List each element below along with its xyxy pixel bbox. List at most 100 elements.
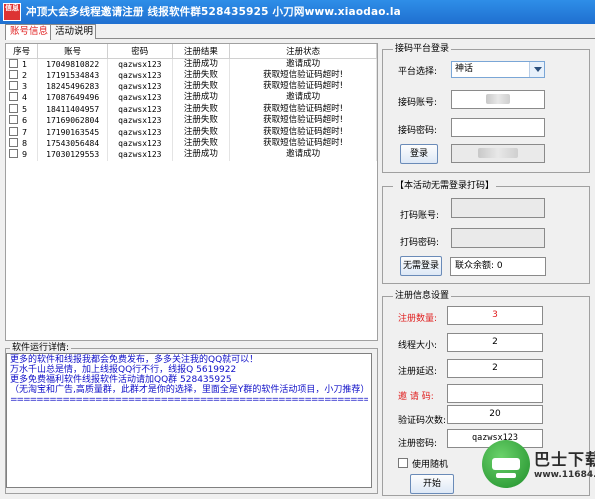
login-status-field xyxy=(451,144,545,163)
register-delay-input[interactable]: 2 xyxy=(447,359,543,378)
row-account: 17169062804 xyxy=(37,115,108,127)
sms-password-input[interactable] xyxy=(451,118,545,137)
row-status: 邀请成功 xyxy=(229,58,377,70)
table-row[interactable]: 5 18411404957 qazwsx123 注册失败 获取短信验证码超时! xyxy=(6,103,377,116)
row-index-cell: 8 xyxy=(6,137,39,150)
table-row[interactable]: 4 17087649496 qazwsx123 注册成功 邀请成功 xyxy=(6,92,377,104)
row-index-cell: 9 xyxy=(6,149,39,161)
row-result: 注册成功 xyxy=(172,92,231,104)
balance-display: 联众余额: 0 xyxy=(450,257,546,276)
row-checkbox[interactable] xyxy=(9,149,18,159)
captcha-title: 【本活动无需登录打码】 xyxy=(393,181,497,191)
invite-code-input[interactable] xyxy=(447,384,543,403)
row-password: qazwsx123 xyxy=(107,126,173,138)
table-row[interactable]: 7 17190163545 qazwsx123 注册失败 获取短信验证码超时! xyxy=(6,126,377,138)
sms-password-label: 接码密码: xyxy=(398,126,438,136)
app-icon: 信息 xyxy=(3,3,21,21)
row-checkbox[interactable] xyxy=(9,69,18,79)
row-account: 17191534843 xyxy=(37,69,108,81)
platform-select[interactable]: 神话 xyxy=(451,61,545,78)
row-checkbox[interactable] xyxy=(9,92,18,102)
row-result: 注册失败 xyxy=(172,69,231,81)
row-index: 8 xyxy=(22,139,28,149)
bus-logo-icon xyxy=(482,440,530,488)
row-password: qazwsx123 xyxy=(107,80,173,93)
thread-size-label: 线程大小: xyxy=(398,341,438,351)
tab-account-info[interactable]: 账号信息 xyxy=(5,24,51,40)
watermark-text: 巴士下载 xyxy=(534,450,595,469)
table-row[interactable]: 9 17030129553 qazwsx123 注册成功 邀请成功 xyxy=(6,149,377,161)
row-password: qazwsx123 xyxy=(107,103,173,116)
register-count-input[interactable]: 3 xyxy=(447,306,543,325)
row-index: 1 xyxy=(22,59,28,69)
row-result: 注册失败 xyxy=(172,80,231,93)
row-status: 获取短信验证码超时! xyxy=(229,126,377,138)
captcha-account-label: 打码账号: xyxy=(400,211,440,221)
row-checkbox[interactable] xyxy=(9,126,18,136)
table-row[interactable]: 3 18245496283 qazwsx123 注册失败 获取短信验证码超时! xyxy=(6,80,377,93)
row-checkbox[interactable] xyxy=(9,115,18,125)
tab-activity-description[interactable]: 活动说明 xyxy=(50,24,96,39)
redacted-value xyxy=(486,93,510,104)
start-button[interactable]: 开始 xyxy=(410,474,454,494)
log-line: ========================================… xyxy=(10,395,368,405)
table-row[interactable]: 2 17191534843 qazwsx123 注册失败 获取短信验证码超时! xyxy=(6,69,377,81)
row-index-cell: 7 xyxy=(6,126,39,138)
log-output[interactable]: 更多的软件和线报我都会免费发布，多多关注我的QQ就可以！ 万水千山总是情，加上线… xyxy=(6,353,372,488)
row-password: qazwsx123 xyxy=(107,92,173,104)
row-status: 邀请成功 xyxy=(229,149,377,161)
register-password-label: 注册密码: xyxy=(398,439,438,449)
table-row[interactable]: 6 17169062804 qazwsx123 注册失败 获取短信验证码超时! xyxy=(6,115,377,127)
settings-title: 注册信息设置 xyxy=(393,291,452,301)
row-account: 17049810822 xyxy=(37,58,108,70)
col-header-status[interactable]: 注册状态 xyxy=(229,44,377,59)
platform-select-value: 神话 xyxy=(455,64,474,74)
col-header-password[interactable]: 密码 xyxy=(107,44,173,59)
random-checkbox[interactable] xyxy=(398,458,408,468)
table-row[interactable]: 1 17049810822 qazwsx123 注册成功 邀请成功 xyxy=(6,58,377,70)
log-label: 软件运行详情: xyxy=(10,343,72,353)
row-index: 7 xyxy=(22,127,28,137)
row-checkbox[interactable] xyxy=(9,138,18,148)
sms-account-input[interactable] xyxy=(451,90,545,109)
captcha-password-label: 打码密码: xyxy=(400,238,440,248)
row-status: 获取短信验证码超时! xyxy=(229,69,377,81)
no-login-button[interactable]: 无需登录 xyxy=(400,256,442,276)
watermark: 巴士下载 www.11684.com xyxy=(482,440,595,496)
platform-login-title: 接码平台登录 xyxy=(393,44,452,54)
watermark-url: www.11684.com xyxy=(534,470,595,480)
row-index-cell: 1 xyxy=(6,58,39,70)
row-index: 9 xyxy=(22,150,28,160)
row-result: 注册失败 xyxy=(172,137,231,150)
row-index: 4 xyxy=(22,93,28,103)
row-account: 17190163545 xyxy=(37,126,108,138)
thread-size-input[interactable]: 2 xyxy=(447,333,543,352)
captcha-retry-input[interactable]: 20 xyxy=(447,405,543,424)
row-checkbox[interactable] xyxy=(9,81,18,91)
log-line: 万水千山总是情，加上线报QQ行不行，线报Q 5619922 xyxy=(10,365,237,375)
table-row[interactable]: 8 17543056484 qazwsx123 注册失败 获取短信验证码超时! xyxy=(6,137,377,150)
col-header-account[interactable]: 账号 xyxy=(37,44,108,59)
title-bar: 信息 冲顶大会多线程邀请注册 线报软件群528435925 小刀网www.xia… xyxy=(0,0,595,24)
row-index: 3 xyxy=(22,82,28,92)
row-result: 注册失败 xyxy=(172,126,231,138)
captcha-account-input[interactable] xyxy=(451,198,545,218)
row-password: qazwsx123 xyxy=(107,149,173,161)
account-table[interactable]: 序号 账号 密码 注册结果 注册状态 1 17049810822 qazwsx123… xyxy=(5,43,378,341)
row-checkbox[interactable] xyxy=(9,58,18,68)
login-button[interactable]: 登录 xyxy=(400,144,438,164)
log-line: 更多的软件和线报我都会免费发布，多多关注我的QQ就可以！ xyxy=(10,355,259,365)
row-checkbox[interactable] xyxy=(9,103,18,113)
captcha-password-input[interactable] xyxy=(451,228,545,248)
table-header-row: 序号 账号 密码 注册结果 注册状态 xyxy=(6,44,377,59)
col-header-result[interactable]: 注册结果 xyxy=(172,44,231,59)
register-count-label: 注册数量: xyxy=(398,314,438,324)
register-delay-label: 注册延迟: xyxy=(398,367,438,377)
col-header-index[interactable]: 序号 xyxy=(6,44,39,59)
row-account: 17087649496 xyxy=(37,92,108,104)
chevron-down-icon[interactable] xyxy=(529,62,544,77)
log-line: 更多免费福利软件线报软件活动请加QQ群 528435925 xyxy=(10,375,232,385)
invite-code-label: 邀 请 码: xyxy=(398,392,434,402)
row-status: 获取短信验证码超时! xyxy=(229,115,377,127)
row-result: 注册失败 xyxy=(172,103,231,116)
